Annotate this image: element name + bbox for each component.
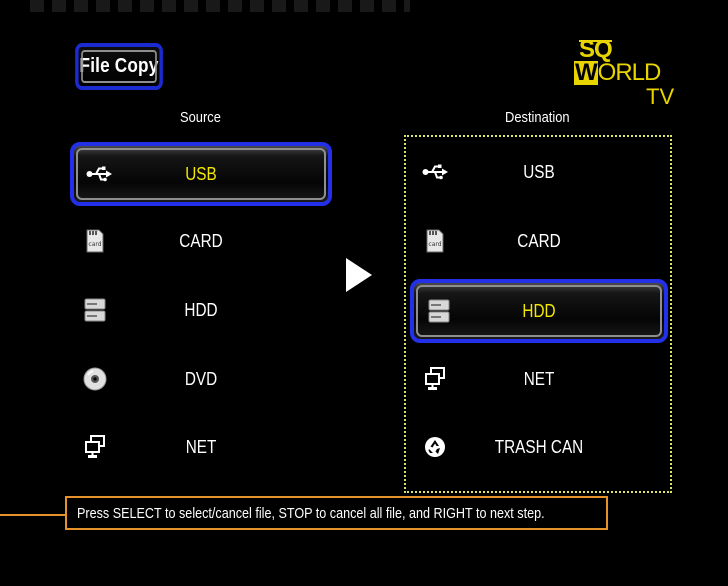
source-item-card[interactable]: card CARD (70, 209, 332, 273)
next-step-arrow-icon[interactable] (346, 258, 372, 292)
logo-line-tv: TV (646, 84, 675, 109)
destination-item-label: HDD (522, 300, 556, 321)
source-item-label: HDD (184, 299, 218, 320)
destination-item-trash-can[interactable]: TRASH CAN (410, 415, 668, 479)
source-column-header: Source (180, 109, 221, 126)
destination-item-label: NET (523, 368, 555, 389)
source-item-dvd[interactable]: DVD (70, 347, 332, 411)
hint-pointer-line (0, 514, 65, 516)
top-decorative-strip (30, 0, 410, 12)
source-item-hdd[interactable]: HDD (70, 278, 332, 342)
destination-item-label: CARD (517, 230, 561, 251)
file-copy-title-button[interactable]: File Copy (75, 43, 163, 90)
source-item-label: NET (185, 436, 217, 457)
source-item-label: USB (185, 163, 217, 184)
destination-item-usb[interactable]: USB (410, 140, 668, 204)
destination-item-label: USB (523, 161, 555, 182)
destination-item-hdd[interactable]: HDD (410, 279, 668, 343)
source-item-label: CARD (179, 230, 223, 251)
instruction-hint-text: Press SELECT to select/cancel file, STOP… (77, 504, 545, 522)
destination-item-net[interactable]: NET (410, 347, 668, 411)
source-item-label: DVD (184, 368, 218, 389)
destination-column-header: Destination (505, 109, 570, 126)
logo-w-highlight: W (574, 59, 598, 86)
destination-item-card[interactable]: card CARD (410, 209, 668, 273)
source-item-net[interactable]: NET (70, 415, 332, 479)
destination-item-label: TRASH CAN (494, 436, 584, 457)
instruction-hint-bar: Press SELECT to select/cancel file, STOP… (65, 496, 608, 530)
logo-line-world: WORLD (574, 59, 662, 86)
page-title: File Copy (79, 55, 159, 77)
source-item-usb[interactable]: USB (70, 142, 332, 206)
brand-logo: SQ WORLD TV (574, 38, 679, 109)
logo-orld: ORLD (597, 59, 662, 86)
